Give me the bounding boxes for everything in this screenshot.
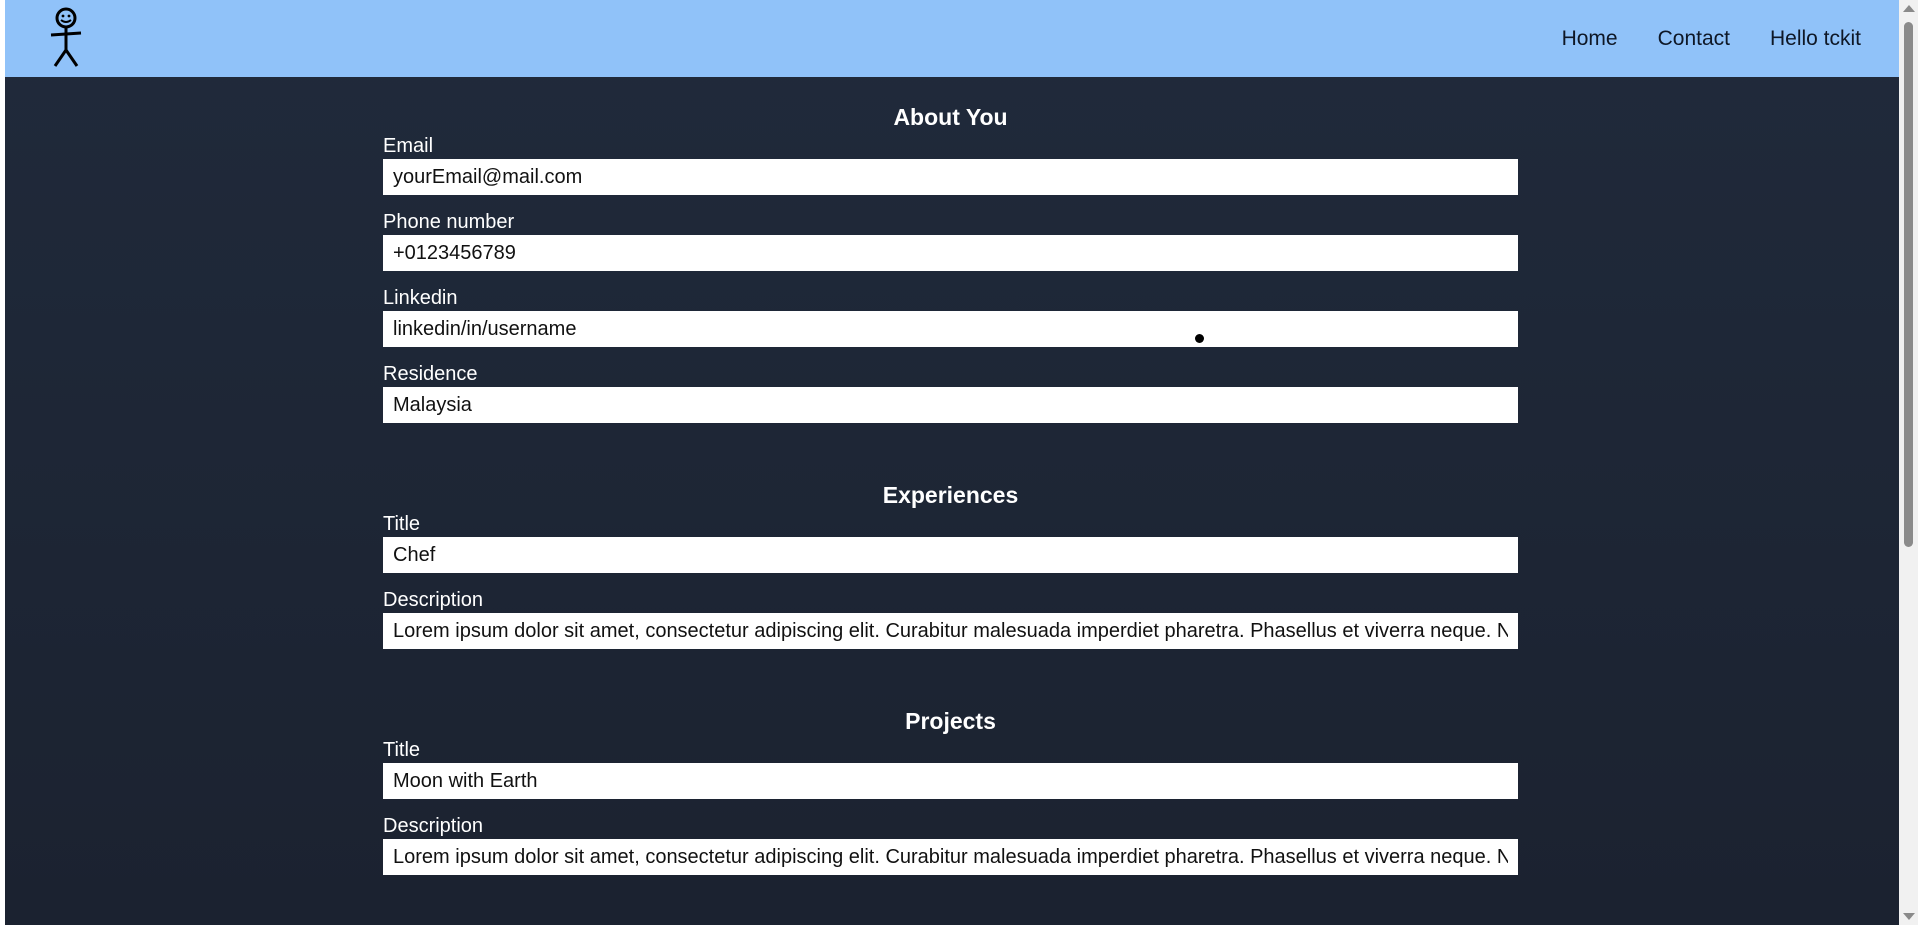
- nav-links: Home Contact Hello tckit: [1562, 0, 1861, 77]
- email-input[interactable]: [383, 159, 1518, 195]
- mouse-cursor: [1195, 334, 1204, 343]
- field-experience-title: Title: [383, 512, 1518, 573]
- field-label: Email: [383, 135, 434, 157]
- nav-link-user-greeting[interactable]: Hello tckit: [1770, 27, 1861, 51]
- experience-title-input[interactable]: [383, 537, 1518, 573]
- linkedin-input[interactable]: [383, 311, 1518, 347]
- field-linkedin: Linkedin: [383, 286, 1518, 347]
- field-label: Phone number: [383, 211, 515, 233]
- residence-input[interactable]: [383, 387, 1518, 423]
- experience-description-input[interactable]: [383, 613, 1518, 649]
- section-heading-projects: Projects: [905, 708, 996, 734]
- scroll-up-arrow-icon[interactable]: [1903, 5, 1915, 12]
- phone-input[interactable]: [383, 235, 1518, 271]
- field-label: Description: [383, 815, 484, 837]
- field-experience-description: Description: [383, 588, 1518, 649]
- navbar: Home Contact Hello tckit: [5, 0, 1899, 77]
- section-heading-about-you: About You: [893, 104, 1008, 130]
- field-residence: Residence: [383, 362, 1518, 423]
- page: Home Contact Hello tckit About You Email…: [5, 0, 1899, 925]
- field-email: Email: [383, 134, 1518, 195]
- field-label: Title: [383, 513, 421, 535]
- field-label: Description: [383, 589, 484, 611]
- field-phone: Phone number: [383, 210, 1518, 271]
- nav-link-contact[interactable]: Contact: [1658, 27, 1730, 51]
- profile-form: About You Email Phone number Linkedin Re…: [383, 100, 1518, 890]
- field-label: Residence: [383, 363, 478, 385]
- vertical-scrollbar[interactable]: [1899, 0, 1918, 925]
- section-heading-experiences: Experiences: [882, 482, 1019, 508]
- project-description-input[interactable]: [383, 839, 1518, 875]
- project-title-input[interactable]: [383, 763, 1518, 799]
- scrollbar-thumb[interactable]: [1904, 22, 1913, 547]
- field-project-description: Description: [383, 814, 1518, 875]
- field-project-title: Title: [383, 738, 1518, 799]
- nav-link-home[interactable]: Home: [1562, 27, 1618, 51]
- scroll-down-arrow-icon[interactable]: [1903, 913, 1915, 920]
- field-label: Title: [383, 739, 421, 761]
- field-label: Linkedin: [383, 287, 458, 309]
- stick-figure-icon[interactable]: [43, 5, 89, 71]
